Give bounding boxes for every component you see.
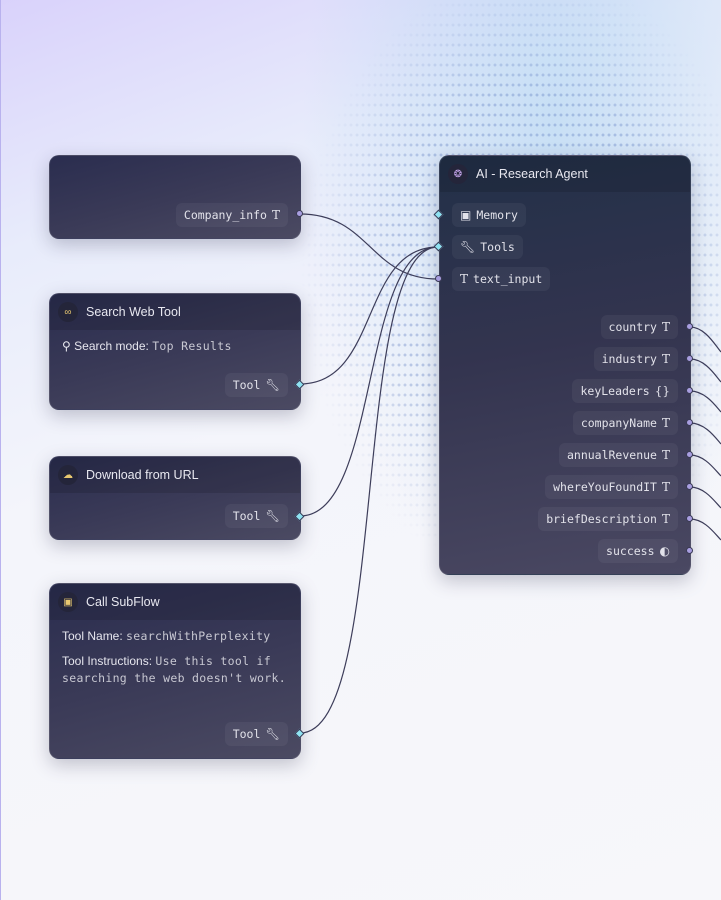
edge-out-industry [689, 358, 721, 383]
text-type-icon: T [271, 208, 280, 222]
output-port-industry[interactable]: industry T [593, 347, 678, 371]
wrench-icon: 🔧︎ [460, 240, 476, 254]
field-value: Top Results [152, 339, 232, 353]
port-label: keyLeaders [580, 384, 650, 398]
search-icon: ⚲ [62, 339, 71, 353]
text-type-icon: T [661, 512, 670, 526]
port-label: Company_info [183, 208, 267, 222]
node-title: Search Web Tool [86, 305, 181, 319]
edge-out-wherefound [689, 486, 721, 509]
port-handle[interactable] [296, 210, 303, 217]
edge-out-companyname [689, 422, 721, 445]
field-value: searchWithPerplexity [126, 629, 271, 643]
text-type-icon: T [460, 272, 469, 286]
port-label: country [608, 320, 657, 334]
output-port-whereyoufoundit[interactable]: whereYouFoundIT T [545, 475, 678, 499]
input-node[interactable]: Company_info T [49, 155, 301, 239]
port-label: text_input [473, 272, 543, 286]
text-type-icon: T [661, 320, 670, 334]
output-port-annualrevenue[interactable]: annualRevenue T [558, 443, 678, 467]
port-handle[interactable] [686, 515, 693, 522]
input-port-memory[interactable]: ▣ Memory [452, 203, 526, 227]
port-label: annualRevenue [566, 448, 657, 462]
output-port-country[interactable]: country T [600, 315, 678, 339]
search-web-tool-node[interactable]: ∞ Search Web Tool ⚲ Search mode: Top Resu… [49, 293, 301, 410]
edge-out-annualrevenue [689, 454, 721, 477]
output-port-companyname[interactable]: companyName T [572, 411, 678, 435]
port-handle[interactable] [686, 355, 693, 362]
edge-out-country [689, 326, 721, 353]
port-handle[interactable] [686, 451, 693, 458]
input-port-tools[interactable]: 🔧︎ Tools [452, 235, 523, 259]
port-label: Tool [232, 727, 261, 741]
node-title: AI - Research Agent [476, 167, 588, 181]
field-label: Tool Name: [62, 629, 123, 643]
port-handle[interactable] [686, 387, 693, 394]
edge-company-info-to-text-input [299, 213, 439, 280]
wrench-icon: 🔧︎ [265, 727, 280, 741]
port-label: Memory [476, 208, 518, 222]
wrench-icon: 🔧︎ [265, 509, 280, 523]
port-label: briefDescription [546, 512, 657, 526]
edge-subflow-to-tools [299, 246, 439, 734]
text-type-icon: T [661, 352, 670, 366]
input-port-text-input[interactable]: Ttext_input [452, 267, 551, 291]
node-title: Download from URL [86, 468, 199, 482]
object-type-icon: {} [654, 384, 670, 398]
port-handle[interactable] [435, 275, 442, 282]
field-label: Tool Instructions: [62, 654, 153, 668]
download-url-node[interactable]: ☁ Download from URL Tool 🔧︎ [49, 456, 301, 540]
call-subflow-node[interactable]: ▣ Call SubFlow Tool Name: searchWithPerpl… [49, 583, 301, 759]
port-label: industry [601, 352, 657, 366]
port-label: success [606, 544, 655, 558]
port-label: Tool [232, 378, 261, 392]
port-label: Tools [480, 240, 515, 254]
output-port-briefdescription[interactable]: briefDescription T [538, 507, 678, 531]
text-type-icon: T [661, 416, 670, 430]
chip-icon: ▣ [460, 208, 472, 222]
output-port-tool[interactable]: Tool 🔧︎ [224, 373, 288, 397]
ai-research-agent-node[interactable]: ❂ AI - Research Agent ▣ Memory 🔧︎ Tools Ttext… [439, 155, 691, 575]
robot-icon: ▣ [58, 592, 78, 612]
output-port-keyleaders[interactable]: keyLeaders {} [572, 379, 678, 403]
output-port-success[interactable]: success ◐ [598, 539, 678, 563]
edge-download-to-tools [299, 246, 439, 517]
wrench-icon: 🔧︎ [265, 378, 280, 392]
field-label: Search mode: [74, 339, 149, 353]
edge-out-briefdescription [689, 518, 721, 541]
port-label: whereYouFoundIT [553, 480, 657, 494]
boolean-type-icon: ◐ [659, 544, 670, 558]
output-port-tool[interactable]: Tool 🔧︎ [224, 504, 288, 528]
binoculars-icon: ∞ [58, 302, 78, 322]
text-type-icon: T [661, 480, 670, 494]
node-title: Call SubFlow [86, 595, 160, 609]
output-port-tool[interactable]: Tool 🔧︎ [224, 722, 288, 746]
text-type-icon: T [661, 448, 670, 462]
brain-icon: ❂ [448, 164, 468, 184]
edge-out-keyleaders [689, 390, 721, 413]
port-handle[interactable] [686, 547, 693, 554]
port-handle[interactable] [686, 483, 693, 490]
cloud-download-icon: ☁ [58, 465, 78, 485]
port-label: Tool [232, 509, 261, 523]
output-port-company-info[interactable]: Company_info T [175, 203, 288, 227]
port-handle[interactable] [686, 323, 693, 330]
edge-search-to-tools [299, 246, 439, 385]
port-handle[interactable] [686, 419, 693, 426]
port-label: companyName [580, 416, 657, 430]
